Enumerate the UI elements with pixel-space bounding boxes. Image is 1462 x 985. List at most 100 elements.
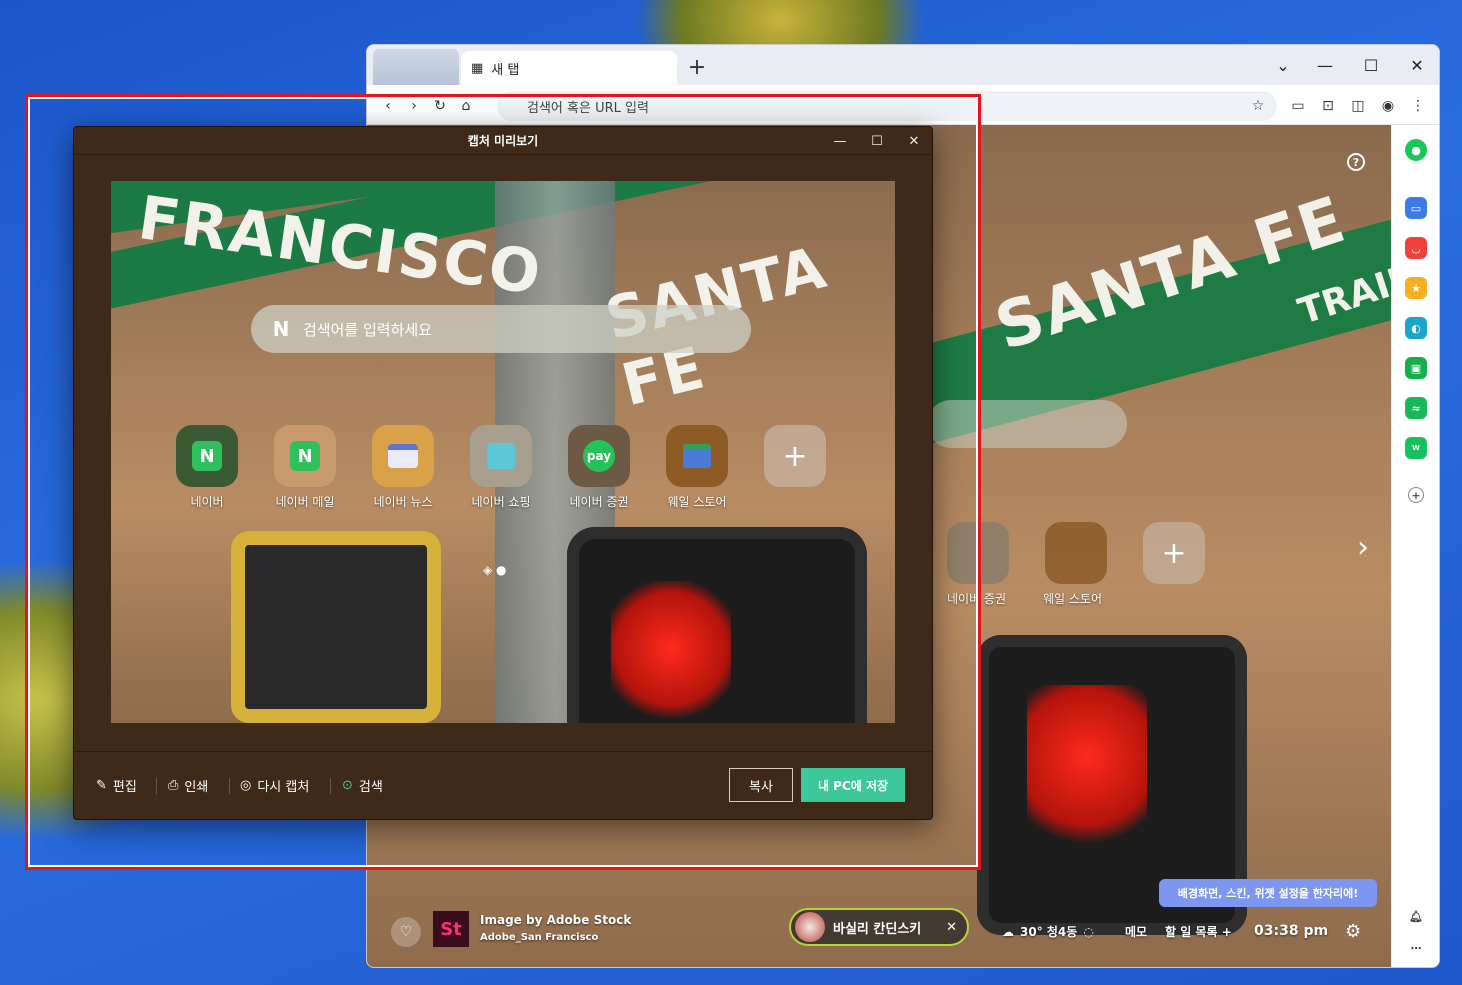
shortcut-label: 네이버 증권	[569, 495, 629, 509]
footer-divider	[330, 778, 331, 794]
tab-title: 새 탭	[491, 62, 520, 78]
pay-icon: pay	[568, 425, 630, 487]
capture-preview-window: 캡처 미리보기 — ☐ ✕ FRANCISCO SANTA FE N 검색어를 …	[73, 126, 933, 820]
favorites-star-icon[interactable]: ★	[1405, 277, 1427, 299]
whale-store-icon	[666, 425, 728, 487]
naver-store-icon[interactable]: ▣	[1405, 357, 1427, 379]
heart-icon[interactable]: ♡	[391, 917, 421, 947]
shortcut-naver-stock: pay 네이버 증권	[568, 425, 630, 510]
sidebar: ● ▭ ◡ ★ ◐ ▣ ≈ W + 🔔︎ ⋯	[1391, 125, 1439, 967]
bg-sign-trail: TRAIL	[1293, 258, 1391, 333]
search-button[interactable]: ⊙ 검색	[342, 776, 383, 795]
pocket-icon[interactable]: ◡	[1405, 237, 1427, 259]
capture-close-button[interactable]: ✕	[903, 131, 925, 151]
shortcut-label: 네이버 쇼핑	[471, 495, 531, 509]
search-lens-icon: ⊙	[342, 778, 353, 793]
image-credit: Image by Adobe Stock	[480, 913, 632, 927]
capture-preview-image: FRANCISCO SANTA FE N 검색어를 입력하세요 ◈ ● N 네이…	[111, 181, 895, 723]
maximize-button[interactable]: ☐	[1351, 51, 1391, 79]
preview-search-bar: N 검색어를 입력하세요	[251, 305, 751, 353]
bg-sign-text: SANTA FE	[987, 182, 1356, 366]
naver-n-icon: N	[272, 317, 290, 341]
minimize-button[interactable]: —	[1305, 51, 1345, 79]
shortcut-naver-news: 네이버 뉴스	[372, 425, 434, 510]
shortcut-label: 웨일 스토어	[667, 495, 727, 509]
stock-chart-icon[interactable]: ≈	[1405, 397, 1427, 419]
tab-theme-thumbnail	[373, 49, 459, 85]
shortcut-add: +	[764, 425, 826, 510]
close-icon[interactable]: ✕	[946, 920, 957, 935]
bg-app-label: 웨일 스토어	[1043, 592, 1103, 606]
location-icon: ◌	[1083, 924, 1094, 939]
bg-add-shortcut-icon[interactable]: +	[1143, 522, 1205, 584]
recapture-label: 다시 캡처	[257, 780, 310, 795]
save-to-pc-button[interactable]: 내 PC에 저장	[801, 768, 905, 802]
bookmark-star-icon[interactable]: ☆	[1247, 95, 1269, 117]
shortcut-naver-shopping: 네이버 쇼핑	[470, 425, 532, 510]
capture-minimize-button[interactable]: —	[829, 131, 851, 151]
copy-button[interactable]: 복사	[729, 768, 793, 802]
preview-hand-light	[611, 581, 731, 723]
tab-bar: ▦ 새 탭 + ⌄ — ☐ ✕	[367, 45, 1439, 85]
weather-widget[interactable]: ☁ 30° 청4동 ◌	[1002, 923, 1094, 940]
shortcut-naver-mail: N 네이버 메일	[274, 425, 336, 510]
print-button[interactable]: ⎙ 인쇄	[168, 776, 208, 795]
add-icon: +	[764, 425, 826, 487]
shortcut-label: 네이버 메일	[275, 495, 335, 509]
footer-divider	[156, 778, 157, 794]
shortcut-naver: N 네이버	[176, 425, 238, 510]
recapture-button[interactable]: ◎ 다시 캡처	[240, 776, 309, 795]
more-dots-icon[interactable]: ⋯	[1405, 937, 1427, 959]
capture-maximize-button[interactable]: ☐	[866, 131, 888, 151]
bg-hand-light	[1027, 685, 1147, 865]
wallet-icon[interactable]: ▭	[1405, 197, 1427, 219]
translate-icon[interactable]: ◐	[1405, 317, 1427, 339]
capture-window-title: 캡처 미리보기	[74, 127, 932, 155]
add-sidebar-icon[interactable]: +	[1408, 487, 1424, 503]
bg-app-whale-store[interactable]	[1045, 522, 1107, 584]
shortcut-label: 네이버	[190, 495, 224, 509]
todo-button[interactable]: 할 일 목록 +	[1165, 923, 1232, 940]
close-button[interactable]: ✕	[1397, 51, 1437, 79]
edit-label: 편집	[112, 780, 137, 795]
pencil-icon: ✎	[96, 778, 107, 793]
capture-icon[interactable]: ⊡	[1317, 95, 1339, 117]
bell-icon[interactable]: 🔔︎	[1405, 905, 1427, 927]
new-tab-button[interactable]: +	[683, 53, 711, 81]
printer-icon: ⎙	[168, 778, 179, 793]
whale-home-icon[interactable]: ●	[1405, 139, 1427, 161]
grid-icon: ▦	[471, 60, 484, 76]
naver-mail-icon: N	[274, 425, 336, 487]
footer-divider	[229, 778, 230, 794]
gear-icon[interactable]: ⚙	[1345, 921, 1361, 942]
music-widget[interactable]: 바실리 칸딘스키 ✕	[789, 908, 969, 946]
naver-shopping-icon	[470, 425, 532, 487]
webtoon-icon[interactable]: W	[1405, 437, 1427, 459]
search-label: 검색	[358, 780, 383, 795]
layers-icon: ◈ ●	[483, 563, 507, 577]
menu-dots-icon[interactable]: ⋮	[1407, 95, 1429, 117]
tab-new-tab[interactable]: ▦ 새 탭	[461, 51, 677, 85]
preview-shortcut-row: N 네이버 N 네이버 메일 네이버 뉴스 네이버 쇼핑 pay 네이버 증권 …	[176, 425, 826, 510]
adobe-stock-badge: St	[433, 911, 469, 947]
edit-button[interactable]: ✎ 편집	[96, 776, 137, 795]
chevron-right-icon[interactable]: ›	[1357, 530, 1369, 565]
print-label: 인쇄	[184, 780, 209, 795]
naver-icon: N	[176, 425, 238, 487]
capture-footer: ✎ 편집 ⎙ 인쇄 ◎ 다시 캡처 ⊙ 검색 복사 내 PC에 저장	[74, 751, 932, 821]
shortcut-whale-store: 웨일 스토어	[666, 425, 728, 510]
preview-sign-left: FRANCISCO	[134, 183, 547, 309]
video-icon[interactable]: ▭	[1287, 95, 1309, 117]
help-icon[interactable]: ?	[1347, 153, 1365, 171]
tab-list-chevron-icon[interactable]: ⌄	[1263, 51, 1303, 79]
weather-text: 30° 청4동	[1020, 925, 1078, 939]
memo-button[interactable]: 메모	[1125, 923, 1147, 940]
music-thumbnail	[795, 912, 825, 942]
image-credit-source: Adobe_San Francisco	[480, 932, 599, 943]
profile-icon[interactable]: ◉	[1377, 95, 1399, 117]
shortcut-label: 네이버 뉴스	[373, 495, 433, 509]
cloud-icon: ☁	[1002, 924, 1014, 939]
music-title: 바실리 칸딘스키	[833, 921, 922, 937]
split-view-icon[interactable]: ◫	[1347, 95, 1369, 117]
preview-search-placeholder: 검색어를 입력하세요	[303, 320, 432, 339]
